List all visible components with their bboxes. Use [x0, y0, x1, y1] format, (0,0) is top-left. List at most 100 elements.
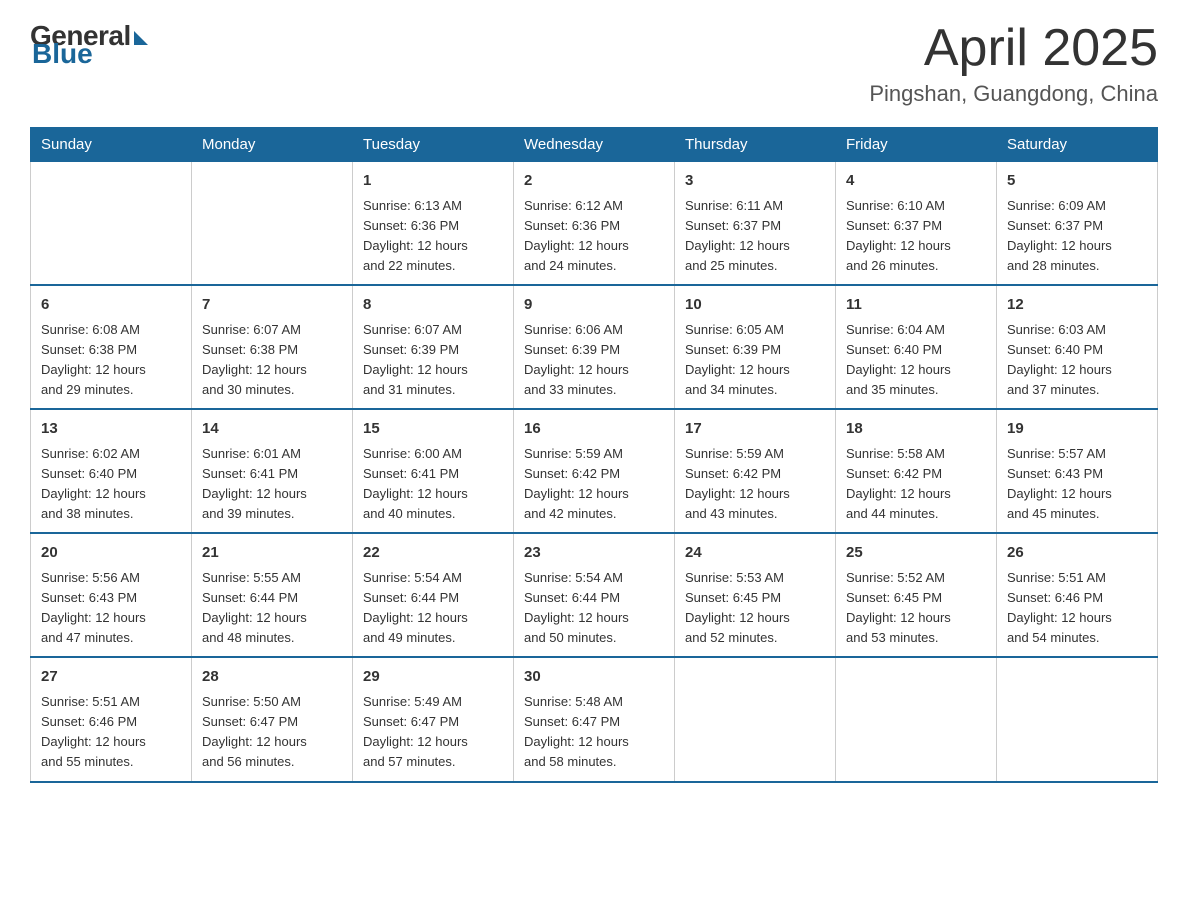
- day-number: 13: [41, 418, 181, 441]
- day-number: 16: [524, 418, 664, 441]
- day-info: Sunrise: 5:59 AM Sunset: 6:42 PM Dayligh…: [524, 444, 664, 525]
- table-row: 24 Sunrise: 5:53 AM Sunset: 6:45 PM Dayli…: [675, 533, 836, 657]
- day-info: Sunrise: 6:07 AM Sunset: 6:38 PM Dayligh…: [202, 320, 342, 401]
- day-number: 30: [524, 666, 664, 689]
- day-info: Sunrise: 6:08 AM Sunset: 6:38 PM Dayligh…: [41, 320, 181, 401]
- col-friday: Friday: [836, 128, 997, 162]
- table-row: 18Sunrise: 5:58 AM Sunset: 6:42 PM Dayli…: [836, 409, 997, 533]
- logo-arrow-icon: [134, 31, 148, 45]
- day-number: 6: [41, 294, 181, 317]
- day-info: Sunrise: 6:01 AM Sunset: 6:41 PM Dayligh…: [202, 444, 342, 525]
- day-number: 26: [1007, 542, 1147, 565]
- col-tuesday: Tuesday: [353, 128, 514, 162]
- table-row: 27 Sunrise: 5:51 AM Sunset: 6:46 PM Dayli…: [31, 657, 192, 781]
- day-number: 28: [202, 666, 342, 689]
- col-saturday: Saturday: [997, 128, 1158, 162]
- table-row: 11 Sunrise: 6:04 AM Sunset: 6:40 PM Dayli…: [836, 285, 997, 409]
- day-info: Sunrise: 5:54 AM Sunset: 6:44 PM Dayligh…: [363, 568, 503, 649]
- day-number: 11: [846, 294, 986, 317]
- day-info: Sunrise: 5:56 AM Sunset: 6:43 PM Dayligh…: [41, 568, 181, 649]
- table-row: 5 Sunrise: 6:09 AM Sunset: 6:37 PM Daylig…: [997, 162, 1158, 286]
- table-row: 13Sunrise: 6:02 AM Sunset: 6:40 PM Dayli…: [31, 409, 192, 533]
- day-info: Sunrise: 6:09 AM Sunset: 6:37 PM Dayligh…: [1007, 196, 1147, 277]
- table-row: 26 Sunrise: 5:51 AM Sunset: 6:46 PM Dayli…: [997, 533, 1158, 657]
- day-number: 23: [524, 542, 664, 565]
- day-number: 3: [685, 170, 825, 193]
- col-sunday: Sunday: [31, 128, 192, 162]
- table-row: 10Sunrise: 6:05 AM Sunset: 6:39 PM Dayli…: [675, 285, 836, 409]
- table-row: 28 Sunrise: 5:50 AM Sunset: 6:47 PM Dayli…: [192, 657, 353, 781]
- day-number: 8: [363, 294, 503, 317]
- day-number: 27: [41, 666, 181, 689]
- table-row: 2 Sunrise: 6:12 AM Sunset: 6:36 PM Daylig…: [514, 162, 675, 286]
- col-thursday: Thursday: [675, 128, 836, 162]
- day-number: 4: [846, 170, 986, 193]
- col-wednesday: Wednesday: [514, 128, 675, 162]
- day-info: Sunrise: 5:50 AM Sunset: 6:47 PM Dayligh…: [202, 692, 342, 773]
- calendar-header-row: Sunday Monday Tuesday Wednesday Thursday…: [31, 128, 1158, 162]
- day-number: 14: [202, 418, 342, 441]
- day-number: 22: [363, 542, 503, 565]
- calendar-week-row: 27 Sunrise: 5:51 AM Sunset: 6:46 PM Dayli…: [31, 657, 1158, 781]
- day-number: 7: [202, 294, 342, 317]
- table-row: 20Sunrise: 5:56 AM Sunset: 6:43 PM Dayli…: [31, 533, 192, 657]
- day-info: Sunrise: 6:11 AM Sunset: 6:37 PM Dayligh…: [685, 196, 825, 277]
- table-row: 29Sunrise: 5:49 AM Sunset: 6:47 PM Dayli…: [353, 657, 514, 781]
- table-row: 22 Sunrise: 5:54 AM Sunset: 6:44 PM Dayli…: [353, 533, 514, 657]
- table-row: 6 Sunrise: 6:08 AM Sunset: 6:38 PM Daylig…: [31, 285, 192, 409]
- day-info: Sunrise: 5:48 AM Sunset: 6:47 PM Dayligh…: [524, 692, 664, 773]
- page-header: General Blue April 2025 Pingshan, Guangd…: [30, 20, 1158, 107]
- logo-blue-text: Blue: [32, 38, 93, 70]
- day-number: 2: [524, 170, 664, 193]
- table-row: 9 Sunrise: 6:06 AM Sunset: 6:39 PM Daylig…: [514, 285, 675, 409]
- calendar-week-row: 20Sunrise: 5:56 AM Sunset: 6:43 PM Dayli…: [31, 533, 1158, 657]
- month-title: April 2025: [869, 20, 1158, 77]
- table-row: 14 Sunrise: 6:01 AM Sunset: 6:41 PM Dayli…: [192, 409, 353, 533]
- table-row: [31, 162, 192, 286]
- calendar-week-row: 6 Sunrise: 6:08 AM Sunset: 6:38 PM Daylig…: [31, 285, 1158, 409]
- table-row: 25 Sunrise: 5:52 AM Sunset: 6:45 PM Dayli…: [836, 533, 997, 657]
- day-number: 17: [685, 418, 825, 441]
- table-row: 30 Sunrise: 5:48 AM Sunset: 6:47 PM Dayli…: [514, 657, 675, 781]
- title-area: April 2025 Pingshan, Guangdong, China: [869, 20, 1158, 107]
- col-monday: Monday: [192, 128, 353, 162]
- table-row: 17Sunrise: 5:59 AM Sunset: 6:42 PM Dayli…: [675, 409, 836, 533]
- day-number: 12: [1007, 294, 1147, 317]
- day-number: 15: [363, 418, 503, 441]
- day-info: Sunrise: 5:53 AM Sunset: 6:45 PM Dayligh…: [685, 568, 825, 649]
- table-row: 4Sunrise: 6:10 AM Sunset: 6:37 PM Daylig…: [836, 162, 997, 286]
- calendar-table: Sunday Monday Tuesday Wednesday Thursday…: [30, 127, 1158, 782]
- day-info: Sunrise: 6:13 AM Sunset: 6:36 PM Dayligh…: [363, 196, 503, 277]
- day-info: Sunrise: 6:05 AM Sunset: 6:39 PM Dayligh…: [685, 320, 825, 401]
- day-number: 9: [524, 294, 664, 317]
- day-info: Sunrise: 5:57 AM Sunset: 6:43 PM Dayligh…: [1007, 444, 1147, 525]
- calendar-week-row: 13Sunrise: 6:02 AM Sunset: 6:40 PM Dayli…: [31, 409, 1158, 533]
- day-info: Sunrise: 5:55 AM Sunset: 6:44 PM Dayligh…: [202, 568, 342, 649]
- table-row: [836, 657, 997, 781]
- table-row: 15 Sunrise: 6:00 AM Sunset: 6:41 PM Dayli…: [353, 409, 514, 533]
- table-row: 3 Sunrise: 6:11 AM Sunset: 6:37 PM Daylig…: [675, 162, 836, 286]
- day-info: Sunrise: 6:00 AM Sunset: 6:41 PM Dayligh…: [363, 444, 503, 525]
- calendar-week-row: 1 Sunrise: 6:13 AM Sunset: 6:36 PM Daylig…: [31, 162, 1158, 286]
- logo: General Blue: [30, 20, 148, 70]
- day-number: 1: [363, 170, 503, 193]
- table-row: [192, 162, 353, 286]
- day-info: Sunrise: 5:52 AM Sunset: 6:45 PM Dayligh…: [846, 568, 986, 649]
- day-number: 29: [363, 666, 503, 689]
- day-number: 25: [846, 542, 986, 565]
- day-info: Sunrise: 5:51 AM Sunset: 6:46 PM Dayligh…: [41, 692, 181, 773]
- table-row: 16 Sunrise: 5:59 AM Sunset: 6:42 PM Dayli…: [514, 409, 675, 533]
- day-number: 18: [846, 418, 986, 441]
- table-row: 12Sunrise: 6:03 AM Sunset: 6:40 PM Dayli…: [997, 285, 1158, 409]
- day-info: Sunrise: 5:54 AM Sunset: 6:44 PM Dayligh…: [524, 568, 664, 649]
- location-title: Pingshan, Guangdong, China: [869, 81, 1158, 107]
- day-info: Sunrise: 6:04 AM Sunset: 6:40 PM Dayligh…: [846, 320, 986, 401]
- table-row: 8Sunrise: 6:07 AM Sunset: 6:39 PM Daylig…: [353, 285, 514, 409]
- day-number: 5: [1007, 170, 1147, 193]
- day-info: Sunrise: 5:51 AM Sunset: 6:46 PM Dayligh…: [1007, 568, 1147, 649]
- day-number: 24: [685, 542, 825, 565]
- day-info: Sunrise: 6:06 AM Sunset: 6:39 PM Dayligh…: [524, 320, 664, 401]
- day-number: 21: [202, 542, 342, 565]
- table-row: [997, 657, 1158, 781]
- day-info: Sunrise: 6:12 AM Sunset: 6:36 PM Dayligh…: [524, 196, 664, 277]
